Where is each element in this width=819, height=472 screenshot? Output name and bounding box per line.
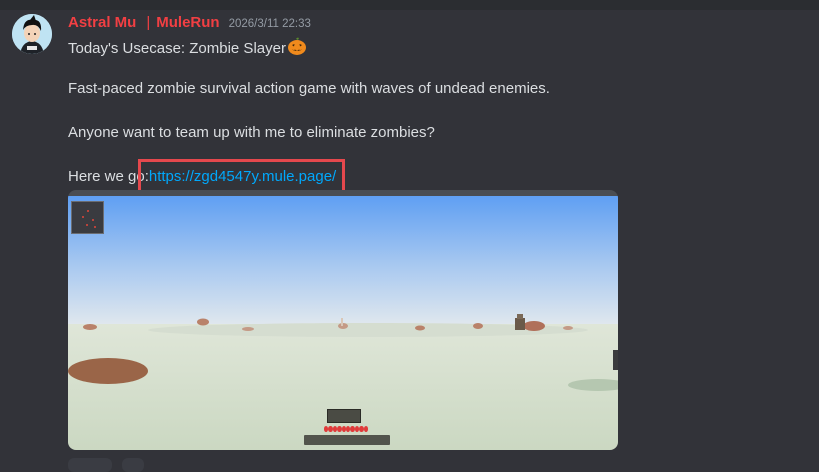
reaction-chip[interactable] [68, 458, 112, 472]
minimap [71, 201, 104, 234]
message-header: Astral Mu | MuleRun 2026/3/11 22:33 [68, 14, 311, 34]
chat-message: Astral Mu | MuleRun 2026/3/11 22:33 Toda… [0, 0, 819, 472]
add-reaction-button[interactable] [122, 458, 144, 472]
title-text: Today's Usecase: Zombie Slayer [68, 40, 286, 57]
message-line-title: Today's Usecase: Zombie Slayer [68, 36, 307, 60]
message-line-description: Fast-paced zombie survival action game w… [68, 80, 550, 97]
message-line-invite: Anyone want to team up with me to elimin… [68, 124, 435, 141]
health-hearts [324, 426, 369, 434]
name-separator: | [146, 14, 151, 31]
avatar[interactable] [12, 14, 52, 54]
jack-o-lantern-icon [287, 36, 307, 60]
author-name[interactable]: Astral Mu [68, 14, 136, 31]
message-line-link: Here we go:https://zgd4547y.mule.page/ [68, 168, 336, 185]
message-timestamp[interactable]: 2026/3/11 22:33 [229, 18, 311, 30]
game-screenshot-embed[interactable] [68, 190, 618, 450]
hud-status-bar [304, 435, 390, 445]
server-tag[interactable]: MuleRun [156, 14, 219, 31]
reactions-row [68, 458, 144, 472]
hud-panel [327, 409, 361, 423]
link-prefix: Here we go: [68, 168, 149, 185]
game-link[interactable]: https://zgd4547y.mule.page/ [149, 168, 336, 185]
avatar-image [12, 14, 52, 54]
